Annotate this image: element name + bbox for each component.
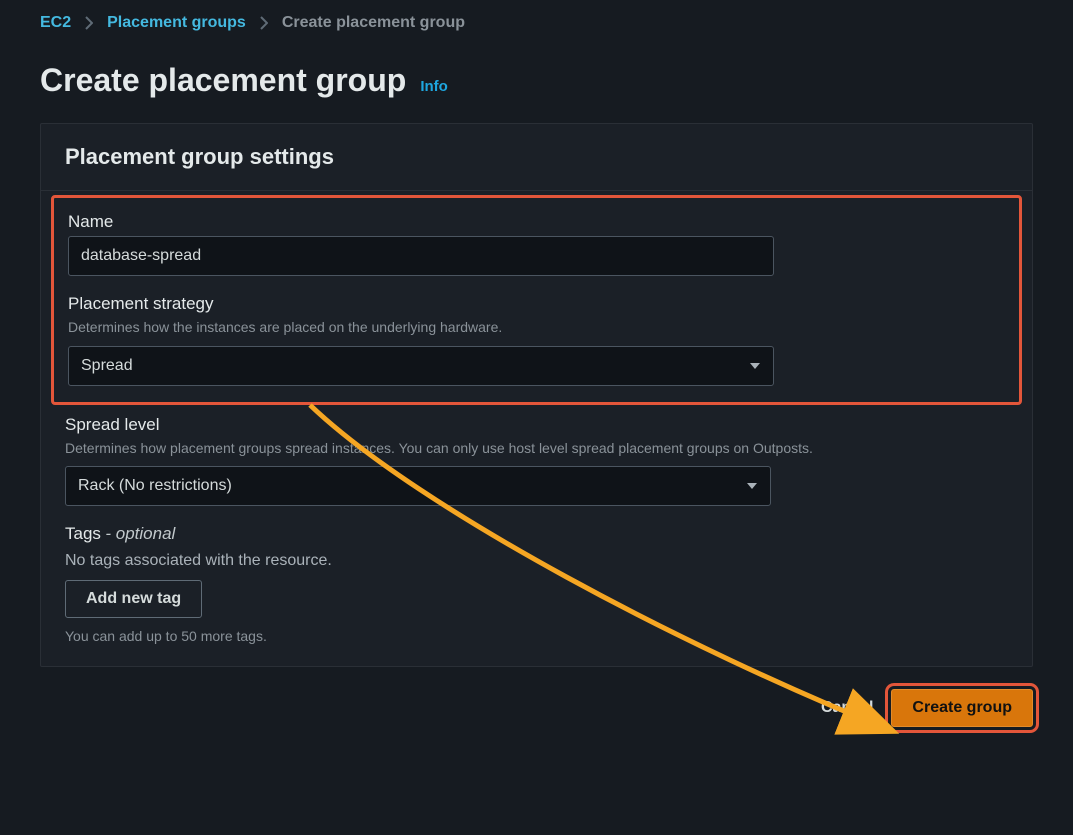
caret-down-icon xyxy=(749,357,761,375)
breadcrumb-placement-groups[interactable]: Placement groups xyxy=(107,14,246,32)
create-group-button[interactable]: Create group xyxy=(891,689,1033,727)
field-strategy: Placement strategy Determines how the in… xyxy=(68,294,1005,386)
spread-level-desc: Determines how placement groups spread i… xyxy=(65,439,1008,459)
strategy-select[interactable]: Spread xyxy=(68,346,774,386)
tags-hint: You can add up to 50 more tags. xyxy=(65,628,1008,644)
panel-heading: Placement group settings xyxy=(65,144,1008,170)
chevron-right-icon xyxy=(260,16,268,30)
strategy-value: Spread xyxy=(81,357,749,375)
field-name: Name xyxy=(68,212,1005,276)
tags-optional: - optional xyxy=(105,524,175,543)
cancel-button[interactable]: Cancel xyxy=(821,699,873,717)
page-title: Create placement group Info xyxy=(0,32,1073,99)
settings-panel: Placement group settings Name Placement … xyxy=(40,123,1033,667)
spread-level-label: Spread level xyxy=(65,415,1008,435)
highlight-box: Name Placement strategy Determines how t… xyxy=(51,195,1022,405)
name-label: Name xyxy=(68,212,1005,232)
spread-level-value: Rack (No restrictions) xyxy=(78,477,746,495)
spread-level-select[interactable]: Rack (No restrictions) xyxy=(65,466,771,506)
strategy-desc: Determines how the instances are placed … xyxy=(68,318,1005,338)
info-link[interactable]: Info xyxy=(420,78,448,95)
tags-label: Tags xyxy=(65,524,101,543)
add-tag-button[interactable]: Add new tag xyxy=(65,580,202,618)
field-tags: Tags - optional No tags associated with … xyxy=(65,524,1008,570)
name-input[interactable] xyxy=(68,236,774,276)
breadcrumb: EC2 Placement groups Create placement gr… xyxy=(0,0,1073,32)
tags-empty-text: No tags associated with the resource. xyxy=(65,552,1008,570)
field-spread-level: Spread level Determines how placement gr… xyxy=(65,415,1008,507)
panel-header: Placement group settings xyxy=(41,124,1032,191)
breadcrumb-current: Create placement group xyxy=(282,14,465,32)
footer-actions: Cancel Create group xyxy=(0,667,1073,727)
strategy-label: Placement strategy xyxy=(68,294,1005,314)
caret-down-icon xyxy=(746,477,758,495)
chevron-right-icon xyxy=(85,16,93,30)
breadcrumb-ec2[interactable]: EC2 xyxy=(40,14,71,32)
